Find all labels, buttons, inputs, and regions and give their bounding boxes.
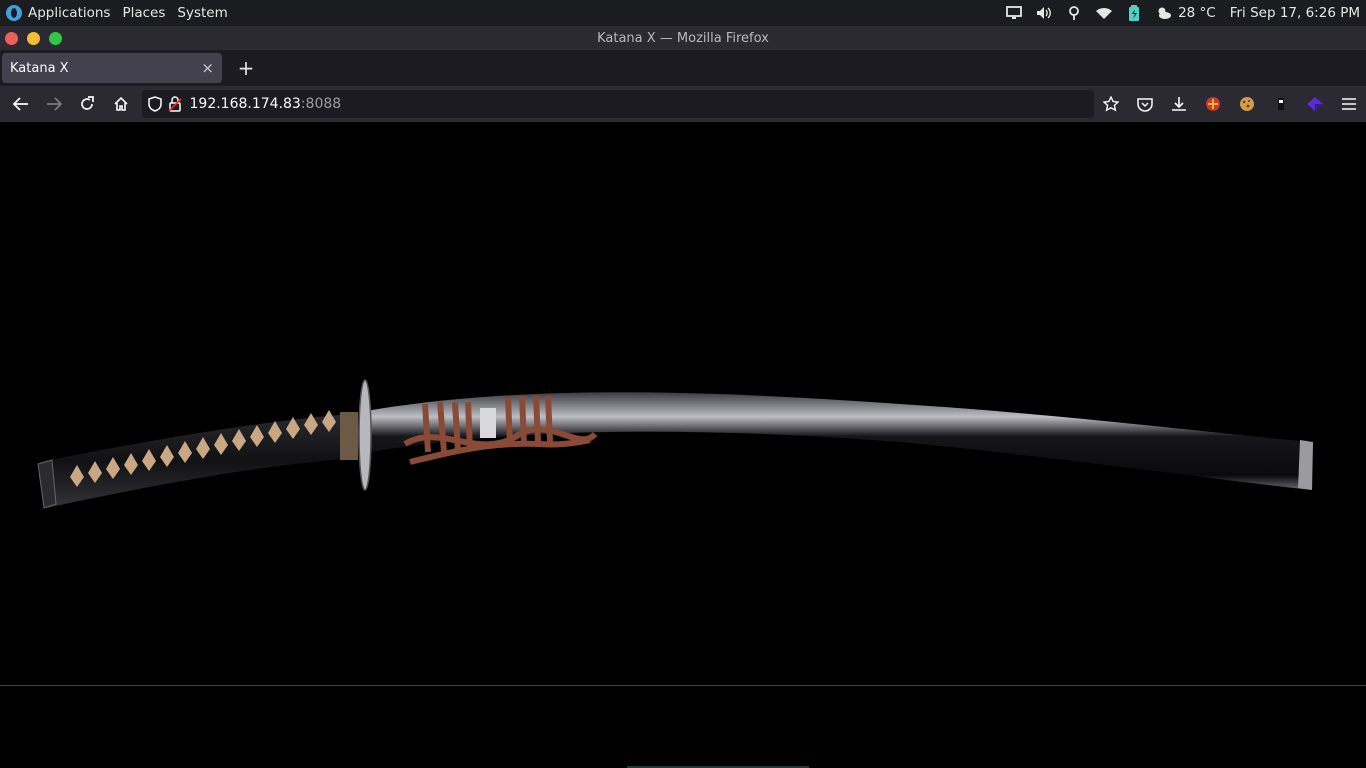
system-panel: Applications Places System 28 °C Fri Sep… — [0, 0, 1366, 26]
tracking-shield-icon[interactable] — [147, 96, 162, 112]
volume-icon[interactable] — [1036, 5, 1052, 21]
temperature-label[interactable]: 28 °C — [1178, 5, 1216, 21]
battery-icon[interactable] — [1126, 5, 1142, 21]
insecure-lock-icon[interactable] — [167, 96, 182, 112]
reload-button[interactable] — [71, 88, 104, 120]
distro-logo-icon[interactable] — [6, 5, 22, 21]
page-content — [0, 122, 1366, 768]
new-tab-button[interactable]: + — [234, 56, 258, 80]
close-window-button[interactable] — [5, 31, 18, 45]
weather-cloud-icon — [1156, 5, 1172, 21]
minimize-window-button[interactable] — [27, 31, 40, 45]
katana-sword-image — [37, 379, 1313, 509]
home-icon — [114, 96, 128, 111]
tab-label: Katana X — [10, 60, 69, 76]
system-menu[interactable]: System — [177, 5, 227, 21]
places-menu[interactable]: Places — [122, 5, 165, 21]
url-port: :8088 — [300, 96, 342, 112]
forward-arrow-icon — [47, 97, 63, 111]
tab-katana-x[interactable]: Katana X × — [2, 53, 222, 83]
hamburger-menu-icon[interactable] — [1332, 88, 1366, 120]
tab-strip: Katana X × + — [0, 50, 1366, 86]
url-host: 192.168.174.83 — [189, 96, 301, 112]
cookie-extension-icon[interactable] — [1230, 88, 1264, 120]
window-title: Katana X — Mozilla Firefox — [597, 30, 769, 46]
maximize-window-button[interactable] — [49, 31, 62, 45]
red-divider-line — [0, 685, 1366, 686]
display-icon[interactable] — [1006, 5, 1022, 21]
downloads-icon[interactable] — [1162, 88, 1196, 120]
url-bar[interactable]: 192.168.174.83:8088 — [141, 90, 1094, 118]
back-arrow-icon — [12, 97, 28, 111]
applications-menu[interactable]: Applications — [28, 5, 110, 21]
window-titlebar: Katana X — Mozilla Firefox — [0, 26, 1366, 50]
clock-label[interactable]: Fri Sep 17, 6:26 PM — [1230, 5, 1360, 21]
reload-icon — [81, 96, 95, 110]
extension-cat-icon[interactable] — [1196, 88, 1230, 120]
home-button[interactable] — [104, 88, 137, 120]
close-tab-icon[interactable]: × — [201, 59, 214, 77]
hackbar-extension-icon[interactable] — [1264, 88, 1298, 120]
bookmark-star-icon[interactable] — [1094, 88, 1128, 120]
pocket-icon[interactable] — [1128, 88, 1162, 120]
forward-button[interactable] — [37, 88, 70, 120]
location-icon[interactable] — [1066, 5, 1082, 21]
wifi-icon[interactable] — [1096, 5, 1113, 21]
back-button[interactable] — [4, 88, 37, 120]
wappalyzer-extension-icon[interactable] — [1298, 88, 1332, 120]
navigation-toolbar: 192.168.174.83:8088 — [0, 86, 1366, 122]
